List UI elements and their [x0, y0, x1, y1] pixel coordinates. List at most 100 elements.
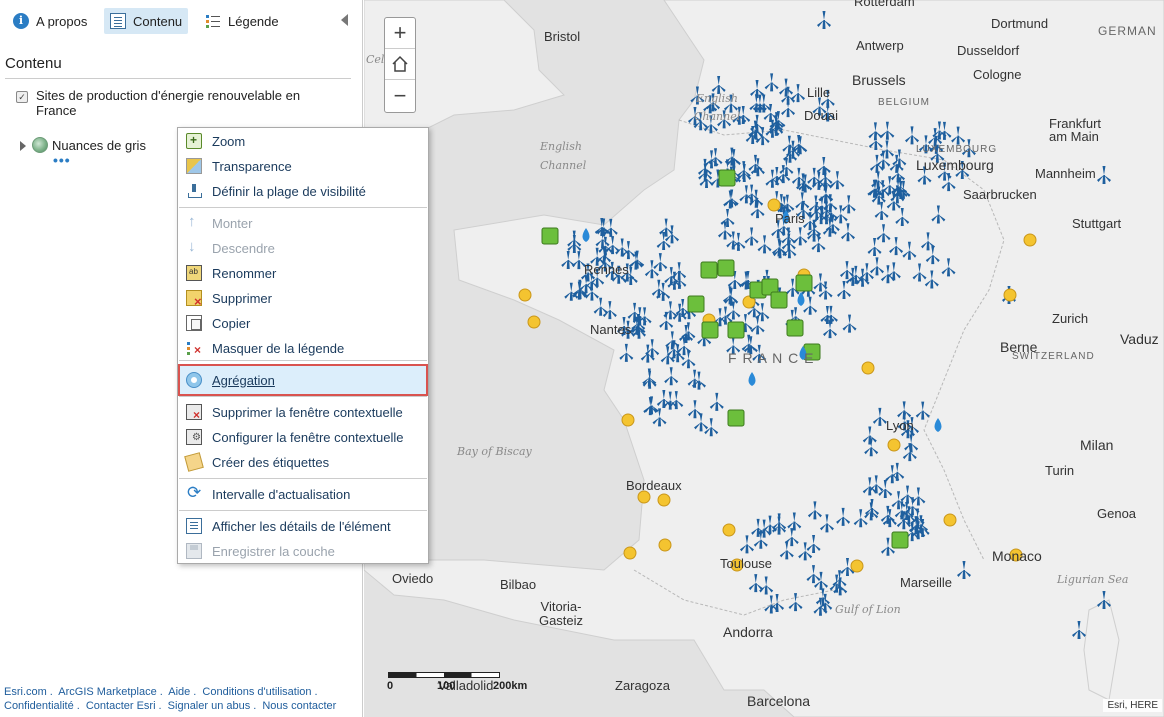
item-details-icon	[186, 518, 202, 534]
zoom-in-button[interactable]: +	[385, 18, 415, 49]
map-label-zaragoza: Zaragoza	[615, 678, 670, 693]
footer-link-terms[interactable]: Conditions d'utilisation	[202, 686, 311, 698]
map-label-france: F R A N C E	[728, 350, 815, 366]
footer-links: Esri.com. ArcGIS Marketplace. Aide. Cond…	[4, 686, 337, 712]
tab-legend[interactable]: Légende	[199, 8, 285, 34]
hide-legend-icon	[186, 340, 202, 357]
menu-aggregation[interactable]: Agrégation	[178, 364, 428, 396]
menu-create-labels[interactable]: Créer des étiquettes	[179, 450, 427, 474]
transparency-icon	[186, 158, 202, 174]
tab-about-label: A propos	[36, 13, 88, 29]
map-label-bilbao: Bilbao	[500, 577, 537, 592]
scale-label-200: 200km	[493, 680, 528, 692]
map-label-gulf-of-lion: Gulf of Lion	[835, 603, 901, 616]
biomass-icon	[891, 531, 909, 549]
biomass-icon	[541, 227, 559, 245]
menu-visibility-range[interactable]: Définir la plage de visibilité	[179, 179, 427, 203]
map-label-english-channel-1: English	[696, 92, 738, 105]
tab-legend-label: Légende	[228, 13, 279, 29]
legend-icon	[205, 13, 221, 29]
solar-icon	[1023, 233, 1037, 247]
solar-icon	[722, 523, 736, 537]
menu-remove-popup-label: Supprimer la fenêtre contextuelle	[212, 404, 403, 420]
map-label-paris: Paris	[775, 211, 805, 226]
menu-copy[interactable]: Copier	[179, 311, 427, 335]
expand-arrow-icon[interactable]	[20, 141, 26, 151]
menu-aggregation-label: Agrégation	[212, 372, 275, 388]
menu-zoom-label: Zoom	[212, 133, 246, 149]
menu-refresh-interval[interactable]: Intervalle d'actualisation	[179, 482, 427, 506]
menu-delete[interactable]: Supprimer	[179, 286, 427, 310]
layer-visibility-checkbox[interactable]: ✓	[16, 91, 28, 103]
menu-separator	[179, 360, 427, 361]
collapse-panel-icon[interactable]	[341, 14, 348, 26]
menu-save-layer[interactable]: Enregistrer la couche	[179, 539, 427, 563]
footer-link-marketplace[interactable]: ArcGIS Marketplace	[58, 686, 156, 698]
map-label-bordeaux: Bordeaux	[626, 478, 682, 493]
tab-content[interactable]: Contenu	[104, 8, 189, 34]
menu-separator	[179, 396, 427, 397]
footer-link-esri[interactable]: Esri.com	[4, 686, 47, 698]
map-label-oviedo: Oviedo	[392, 571, 434, 586]
biomass-icon	[687, 295, 705, 313]
map-label-turin: Turin	[1045, 463, 1075, 478]
solar-icon	[887, 438, 901, 452]
menu-move-down-label: Descendre	[212, 240, 275, 256]
menu-move-down[interactable]: Descendre	[179, 236, 427, 260]
remove-popup-icon	[186, 404, 202, 422]
more-options-icon[interactable]: •••	[53, 153, 71, 167]
footer-link-contact-us[interactable]: Nous contacter	[262, 700, 336, 712]
footer-link-privacy[interactable]: Confidentialité	[4, 700, 74, 712]
menu-hide-legend-label: Masquer de la légende	[212, 340, 345, 356]
biomass-icon	[786, 319, 804, 337]
map-label-luxembourg: Luxembourg	[916, 157, 994, 173]
tab-about[interactable]: i A propos	[7, 8, 93, 34]
map-label-toulouse: Toulouse	[720, 556, 773, 571]
zoom-icon	[186, 133, 202, 149]
home-button[interactable]	[385, 49, 415, 80]
menu-configure-popup[interactable]: Configurer la fenêtre contextuelle	[179, 425, 427, 449]
map-label-stuttgart: Stuttgart	[1072, 216, 1122, 231]
home-icon	[392, 55, 408, 72]
panel-title: Contenu	[5, 55, 62, 72]
menu-move-up[interactable]: Monter	[179, 211, 427, 235]
biomass-icon	[795, 274, 813, 292]
solar-icon	[621, 413, 635, 427]
menu-zoom[interactable]: Zoom	[179, 129, 427, 153]
map-label-brussels: Brussels	[852, 72, 906, 88]
map-label-germany: GERMAN	[1098, 24, 1157, 38]
layer-basemap-gray-label[interactable]: Nuances de gris	[52, 138, 146, 153]
map-label-cologne: Cologne	[973, 67, 1022, 82]
map-label-barcelona: Barcelona	[747, 693, 811, 709]
menu-transparency-label: Transparence	[212, 158, 292, 174]
map-label-ligurian-sea: Ligurian Sea	[1057, 573, 1129, 586]
map-label-english-2: English	[540, 140, 582, 153]
map-label-rennes: Rennes	[584, 262, 629, 277]
copy-icon	[186, 315, 202, 331]
zoom-out-button[interactable]: −	[385, 80, 415, 111]
menu-configure-popup-label: Configurer la fenêtre contextuelle	[212, 429, 404, 445]
layer-renewable-sites-label[interactable]: Sites de production d'énergie renouvelab…	[36, 88, 336, 118]
scale-bar	[388, 672, 500, 678]
tab-content-label: Contenu	[133, 13, 183, 29]
solar-icon	[1003, 288, 1017, 302]
map-attribution: Esri, HERE	[1103, 699, 1162, 712]
footer-link-contact-esri[interactable]: Contacter Esri	[86, 700, 156, 712]
arrow-up-icon	[186, 213, 202, 231]
menu-hide-legend[interactable]: Masquer de la légende	[179, 336, 427, 360]
menu-rename[interactable]: Renommer	[179, 261, 427, 285]
rename-icon	[186, 265, 202, 281]
map-label-marseille: Marseille	[900, 575, 953, 590]
menu-remove-popup[interactable]: Supprimer la fenêtre contextuelle	[179, 400, 427, 424]
map-view[interactable]: Rotterdam Dortmund GERMAN Bristol Antwer…	[364, 0, 1164, 717]
map-label-milan: Milan	[1080, 437, 1114, 453]
map-label-antwerp: Antwerp	[856, 38, 904, 53]
delete-icon	[186, 290, 202, 309]
footer-link-report-abuse[interactable]: Signaler un abus	[168, 700, 251, 712]
title-divider	[5, 78, 351, 79]
menu-item-details[interactable]: Afficher les détails de l'élément	[179, 514, 427, 538]
solar-icon	[658, 538, 672, 552]
menu-separator	[179, 207, 427, 208]
menu-transparency[interactable]: Transparence	[179, 154, 427, 178]
footer-link-help[interactable]: Aide	[168, 686, 190, 698]
